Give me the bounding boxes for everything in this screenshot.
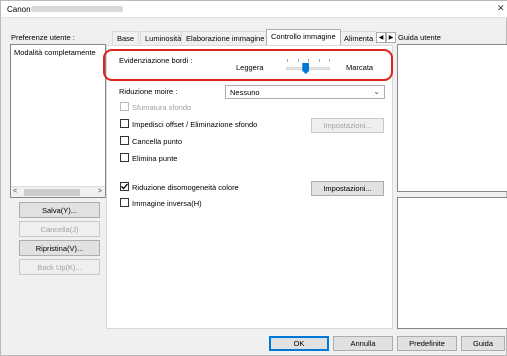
slider-tick bbox=[287, 59, 288, 62]
tab-scroll-right-icon[interactable]: ▶ bbox=[386, 32, 396, 43]
cancel-preset-button[interactable]: Cancella(J) bbox=[19, 221, 100, 237]
edge-max-label: Marcata bbox=[346, 63, 374, 72]
moire-value: Nessuno bbox=[230, 88, 260, 97]
delete-point-label: Cancella punto bbox=[132, 137, 183, 146]
redacted-title-detail bbox=[31, 6, 123, 12]
tab-image-processing[interactable]: Elaborazione immagine bbox=[181, 31, 270, 44]
horizontal-scrollbar[interactable]: < > bbox=[11, 186, 105, 197]
bg-smoothing-checkbox[interactable] bbox=[120, 102, 129, 111]
backup-button[interactable]: Back Up(K)... bbox=[19, 259, 100, 275]
invert-image-label: Immagine inversa(H) bbox=[132, 199, 202, 208]
tab-luminosity[interactable]: Luminosità bbox=[140, 31, 187, 44]
slider-tick bbox=[308, 59, 309, 62]
tab-feeding[interactable]: Alimenta bbox=[339, 31, 377, 44]
checkmark-icon bbox=[121, 183, 128, 190]
user-preferences-list[interactable]: Modalità completamente < > bbox=[10, 44, 106, 198]
user-guide-label: Guida utente bbox=[398, 33, 441, 42]
scroll-right-icon[interactable]: > bbox=[98, 188, 102, 195]
offset-settings-button[interactable]: Impostazioni... bbox=[311, 118, 384, 133]
help-button[interactable]: Guida bbox=[461, 336, 505, 351]
tab-image-control[interactable]: Controllo immagine bbox=[266, 29, 341, 45]
prevent-offset-checkbox[interactable] bbox=[120, 119, 129, 128]
user-guide-panel bbox=[397, 44, 507, 192]
tab-scroll-left-icon[interactable]: ◀ bbox=[376, 32, 386, 43]
scroll-left-icon[interactable]: < bbox=[13, 188, 17, 195]
moire-label: Riduzione moire : bbox=[119, 87, 178, 96]
delete-point-checkbox[interactable] bbox=[120, 136, 129, 145]
scrollbar-thumb[interactable] bbox=[24, 189, 80, 196]
invert-image-checkbox[interactable] bbox=[120, 198, 129, 207]
edge-emphasis-label: Evidenziazione bordi : bbox=[119, 56, 193, 65]
window-title: Canon bbox=[7, 5, 31, 14]
uneven-settings-button[interactable]: Impostazioni... bbox=[311, 181, 384, 196]
cancel-button[interactable]: Annulla bbox=[333, 336, 393, 351]
edge-min-label: Leggera bbox=[236, 63, 264, 72]
prevent-offset-label: Impedisci offset / Eliminazione sfondo bbox=[132, 120, 258, 129]
dialog-window: Canon ✕ Preferenze utente : Modalità com… bbox=[0, 0, 507, 356]
bg-smoothing-label: Sfumatura sfondo bbox=[132, 103, 192, 112]
slider-tick bbox=[329, 59, 330, 62]
reduce-uneven-color-label: Riduzione disomogeneità colore bbox=[132, 183, 239, 192]
slider-tick bbox=[319, 59, 320, 62]
remove-dots-checkbox[interactable] bbox=[120, 153, 129, 162]
save-button[interactable]: Salva(Y)... bbox=[19, 202, 100, 218]
slider-tick bbox=[298, 59, 299, 62]
moire-select[interactable]: Nessuno ⌄ bbox=[225, 85, 385, 99]
restore-button[interactable]: Ripristina(V)... bbox=[19, 240, 100, 256]
user-preferences-label: Preferenze utente : bbox=[11, 33, 75, 42]
defaults-button[interactable]: Predefinite bbox=[397, 336, 457, 351]
title-bar: Canon ✕ bbox=[1, 1, 507, 18]
close-icon[interactable]: ✕ bbox=[497, 3, 505, 14]
chevron-down-icon: ⌄ bbox=[373, 87, 380, 96]
remove-dots-label: Elimina punte bbox=[132, 154, 178, 163]
ok-button[interactable]: OK bbox=[269, 336, 329, 351]
tab-base[interactable]: Base bbox=[112, 31, 140, 44]
guide-detail-panel bbox=[397, 197, 507, 329]
list-item[interactable]: Modalità completamente bbox=[14, 48, 105, 57]
reduce-uneven-color-checkbox[interactable] bbox=[120, 182, 129, 191]
